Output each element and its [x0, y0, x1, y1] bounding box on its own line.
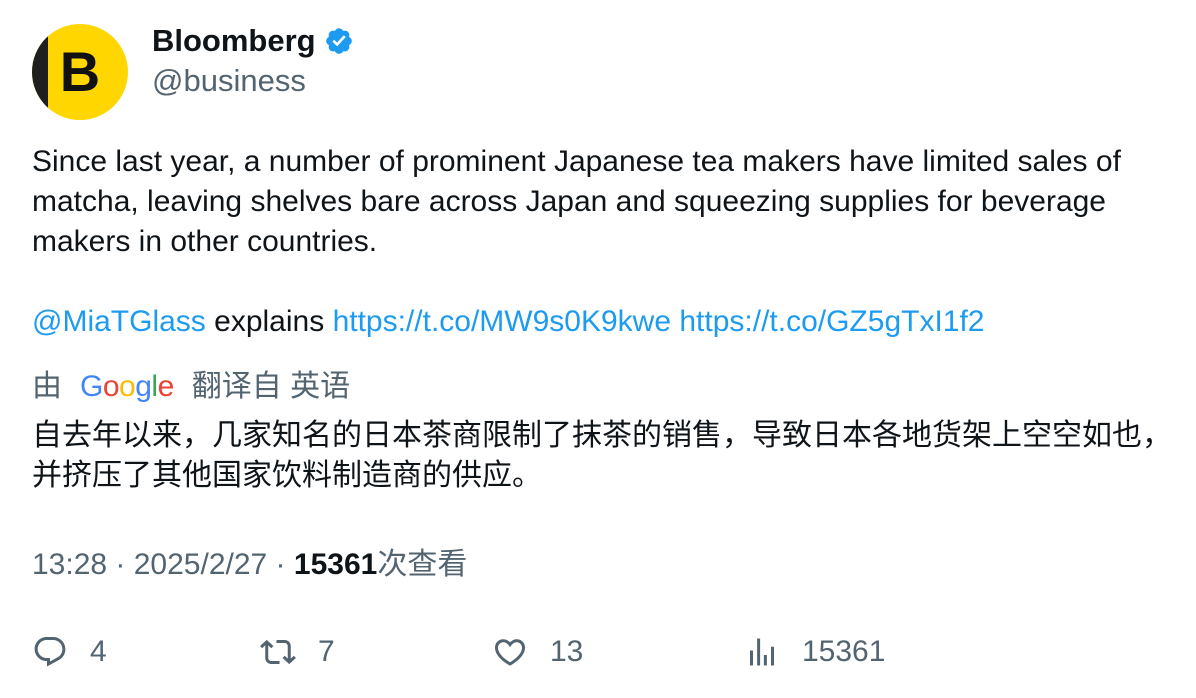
translated-text: 自去年以来，几家知名的日本茶商限制了抹茶的销售，导致日本各地货架上空空如也，并挤…: [32, 419, 1172, 492]
reply-button[interactable]: 4: [32, 632, 107, 672]
like-button[interactable]: 13: [492, 632, 583, 672]
retweet-button[interactable]: 7: [260, 632, 335, 672]
translation-prefix: 由: [32, 370, 62, 403]
avatar[interactable]: B: [32, 24, 128, 120]
heart-icon: [494, 639, 526, 666]
tweet-time[interactable]: 13:28: [32, 548, 107, 581]
reply-icon: [34, 637, 66, 667]
google-logo: Google: [80, 370, 174, 403]
mention-suffix: explains: [205, 305, 333, 338]
views-button[interactable]: 15361: [744, 632, 885, 672]
meta-separator: ·: [107, 548, 134, 581]
author-name-row[interactable]: Bloomberg: [152, 22, 354, 60]
views-label: 次查看: [377, 548, 468, 581]
reply-count: 4: [90, 635, 107, 668]
url-link-2[interactable]: https://t.co/GZ5gTxI1f2: [679, 305, 984, 338]
verified-badge-icon: [325, 28, 352, 54]
avatar-letter: B: [59, 40, 101, 103]
tweet-text: Since last year, a number of prominent J…: [32, 145, 1121, 258]
url-link-1[interactable]: https://t.co/MW9s0K9kwe: [333, 305, 671, 338]
meta-separator-2: ·: [267, 548, 294, 581]
translation-attribution: 由 Google 翻译自 英语: [32, 367, 350, 407]
views-action-count: 15361: [802, 635, 886, 668]
views-count: 15361: [293, 548, 378, 581]
mention-link[interactable]: @MiaTGlass: [32, 305, 206, 338]
author-name[interactable]: Bloomberg: [152, 22, 316, 60]
tweet-meta: 13:28 · 2025/2/27 · 15361次查看: [32, 545, 467, 585]
translation-suffix: 翻译自 英语: [191, 370, 351, 403]
author-handle[interactable]: @business: [152, 62, 306, 100]
retweet-count: 7: [318, 635, 335, 668]
tweet-links-line: @MiaTGlass explains https://t.co/MW9s0K9…: [32, 302, 985, 342]
like-count: 13: [550, 635, 584, 668]
retweet-icon: [260, 639, 296, 665]
tweet-date[interactable]: 2025/2/27: [134, 548, 267, 581]
analytics-icon: [750, 638, 774, 666]
